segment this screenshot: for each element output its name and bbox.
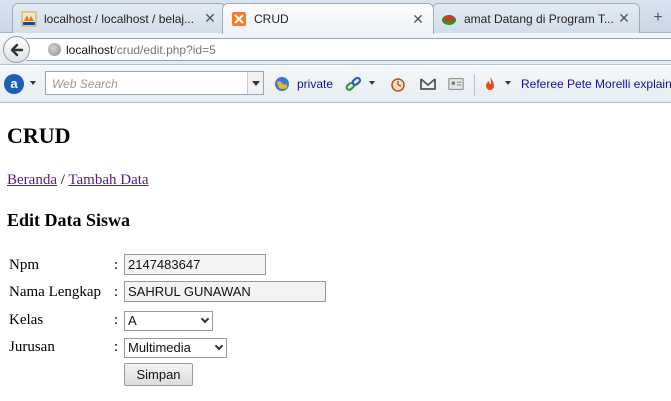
- tab-phpmyadmin[interactable]: localhost / localhost / belaj... ✕: [12, 3, 226, 33]
- beranda-link[interactable]: Beranda: [7, 172, 57, 188]
- page-title: CRUD: [7, 123, 71, 148]
- close-tab-icon[interactable]: ✕: [617, 10, 631, 27]
- phpmyadmin-icon: [21, 11, 37, 26]
- chevron-down-icon[interactable]: [505, 81, 511, 85]
- fire-icon[interactable]: [482, 76, 498, 92]
- back-button[interactable]: [3, 36, 30, 63]
- tab-title: localhost / localhost / belaj...: [44, 11, 195, 26]
- nama-row: Nama Lengkap : SAHRUL GUNAWAN: [9, 281, 339, 305]
- chain-link-icon[interactable]: [345, 76, 361, 92]
- close-tab-icon[interactable]: ✕: [203, 10, 217, 27]
- close-tab-icon[interactable]: ✕: [411, 11, 425, 28]
- contact-card-icon[interactable]: [448, 76, 464, 92]
- jurusan-row: Jurusan : Multimedia: [9, 336, 309, 360]
- chevron-down-icon[interactable]: [369, 81, 375, 85]
- url-host: localhost: [66, 42, 114, 57]
- npm-input[interactable]: 2147483647: [124, 254, 266, 275]
- chevron-down-icon: [200, 314, 210, 324]
- tambah-data-link[interactable]: Tambah Data: [68, 172, 148, 188]
- address-bar[interactable]: localhost/crud/edit.php?id=5: [26, 38, 671, 61]
- new-tab-button[interactable]: +: [645, 6, 671, 32]
- mail-icon[interactable]: [420, 76, 436, 92]
- kelas-value: A: [128, 313, 137, 328]
- breadcrumb: Beranda / Tambah Data: [7, 172, 149, 189]
- nama-input[interactable]: SAHRUL GUNAWAN: [124, 281, 326, 302]
- kelas-label: Kelas: [9, 312, 44, 328]
- timer-icon[interactable]: [390, 76, 406, 92]
- colon: :: [114, 284, 119, 300]
- search-dropdown-button[interactable]: [247, 72, 263, 94]
- back-arrow-icon: [10, 43, 23, 56]
- jurusan-value: Multimedia: [128, 340, 191, 355]
- navigation-bar: localhost/crud/edit.php?id=5: [0, 33, 671, 65]
- npm-row: Npm : 2147483647: [9, 254, 309, 278]
- colon: :: [114, 312, 119, 328]
- tab-program[interactable]: amat Datang di Program T... ✕: [432, 3, 640, 33]
- chevron-down-icon[interactable]: [30, 81, 36, 85]
- nama-label: Nama Lengkap: [9, 284, 102, 300]
- globe-icon: [48, 43, 61, 56]
- simpan-button[interactable]: Simpan: [124, 363, 193, 386]
- globe-icon[interactable]: [274, 76, 290, 92]
- private-link[interactable]: private: [297, 77, 333, 91]
- form-heading: Edit Data Siswa: [7, 210, 131, 230]
- addon-toolbar: a Web Search private Referee Pete Morell…: [0, 66, 671, 103]
- kelas-select[interactable]: A: [124, 311, 213, 331]
- page-content: CRUD Beranda / Tambah Data Edit Data Sis…: [0, 103, 671, 401]
- toolbar-divider: [474, 74, 475, 96]
- chevron-down-icon: [214, 341, 224, 351]
- tab-title: amat Datang di Program T...: [464, 11, 613, 26]
- tab-crud[interactable]: CRUD ✕: [222, 3, 434, 34]
- web-search-input[interactable]: Web Search: [45, 71, 264, 95]
- jurusan-label: Jurusan: [9, 339, 55, 355]
- url-path: /crud/edit.php?id=5: [113, 42, 216, 57]
- ask-logo-icon[interactable]: a: [4, 74, 24, 94]
- tab-strip: localhost / localhost / belaj... ✕ CRUD …: [0, 0, 671, 34]
- colon: :: [114, 339, 119, 355]
- colon: :: [114, 257, 119, 273]
- news-ticker-link[interactable]: Referee Pete Morelli explain...: [521, 77, 671, 91]
- kelas-row: Kelas : A: [9, 309, 309, 333]
- tab-title: CRUD: [254, 12, 289, 26]
- jurusan-select[interactable]: Multimedia: [124, 338, 227, 358]
- npm-label: Npm: [9, 257, 39, 273]
- search-placeholder: Web Search: [52, 77, 118, 91]
- app-icon: [442, 14, 456, 25]
- breadcrumb-separator: /: [60, 172, 65, 188]
- xampp-icon: [232, 12, 246, 26]
